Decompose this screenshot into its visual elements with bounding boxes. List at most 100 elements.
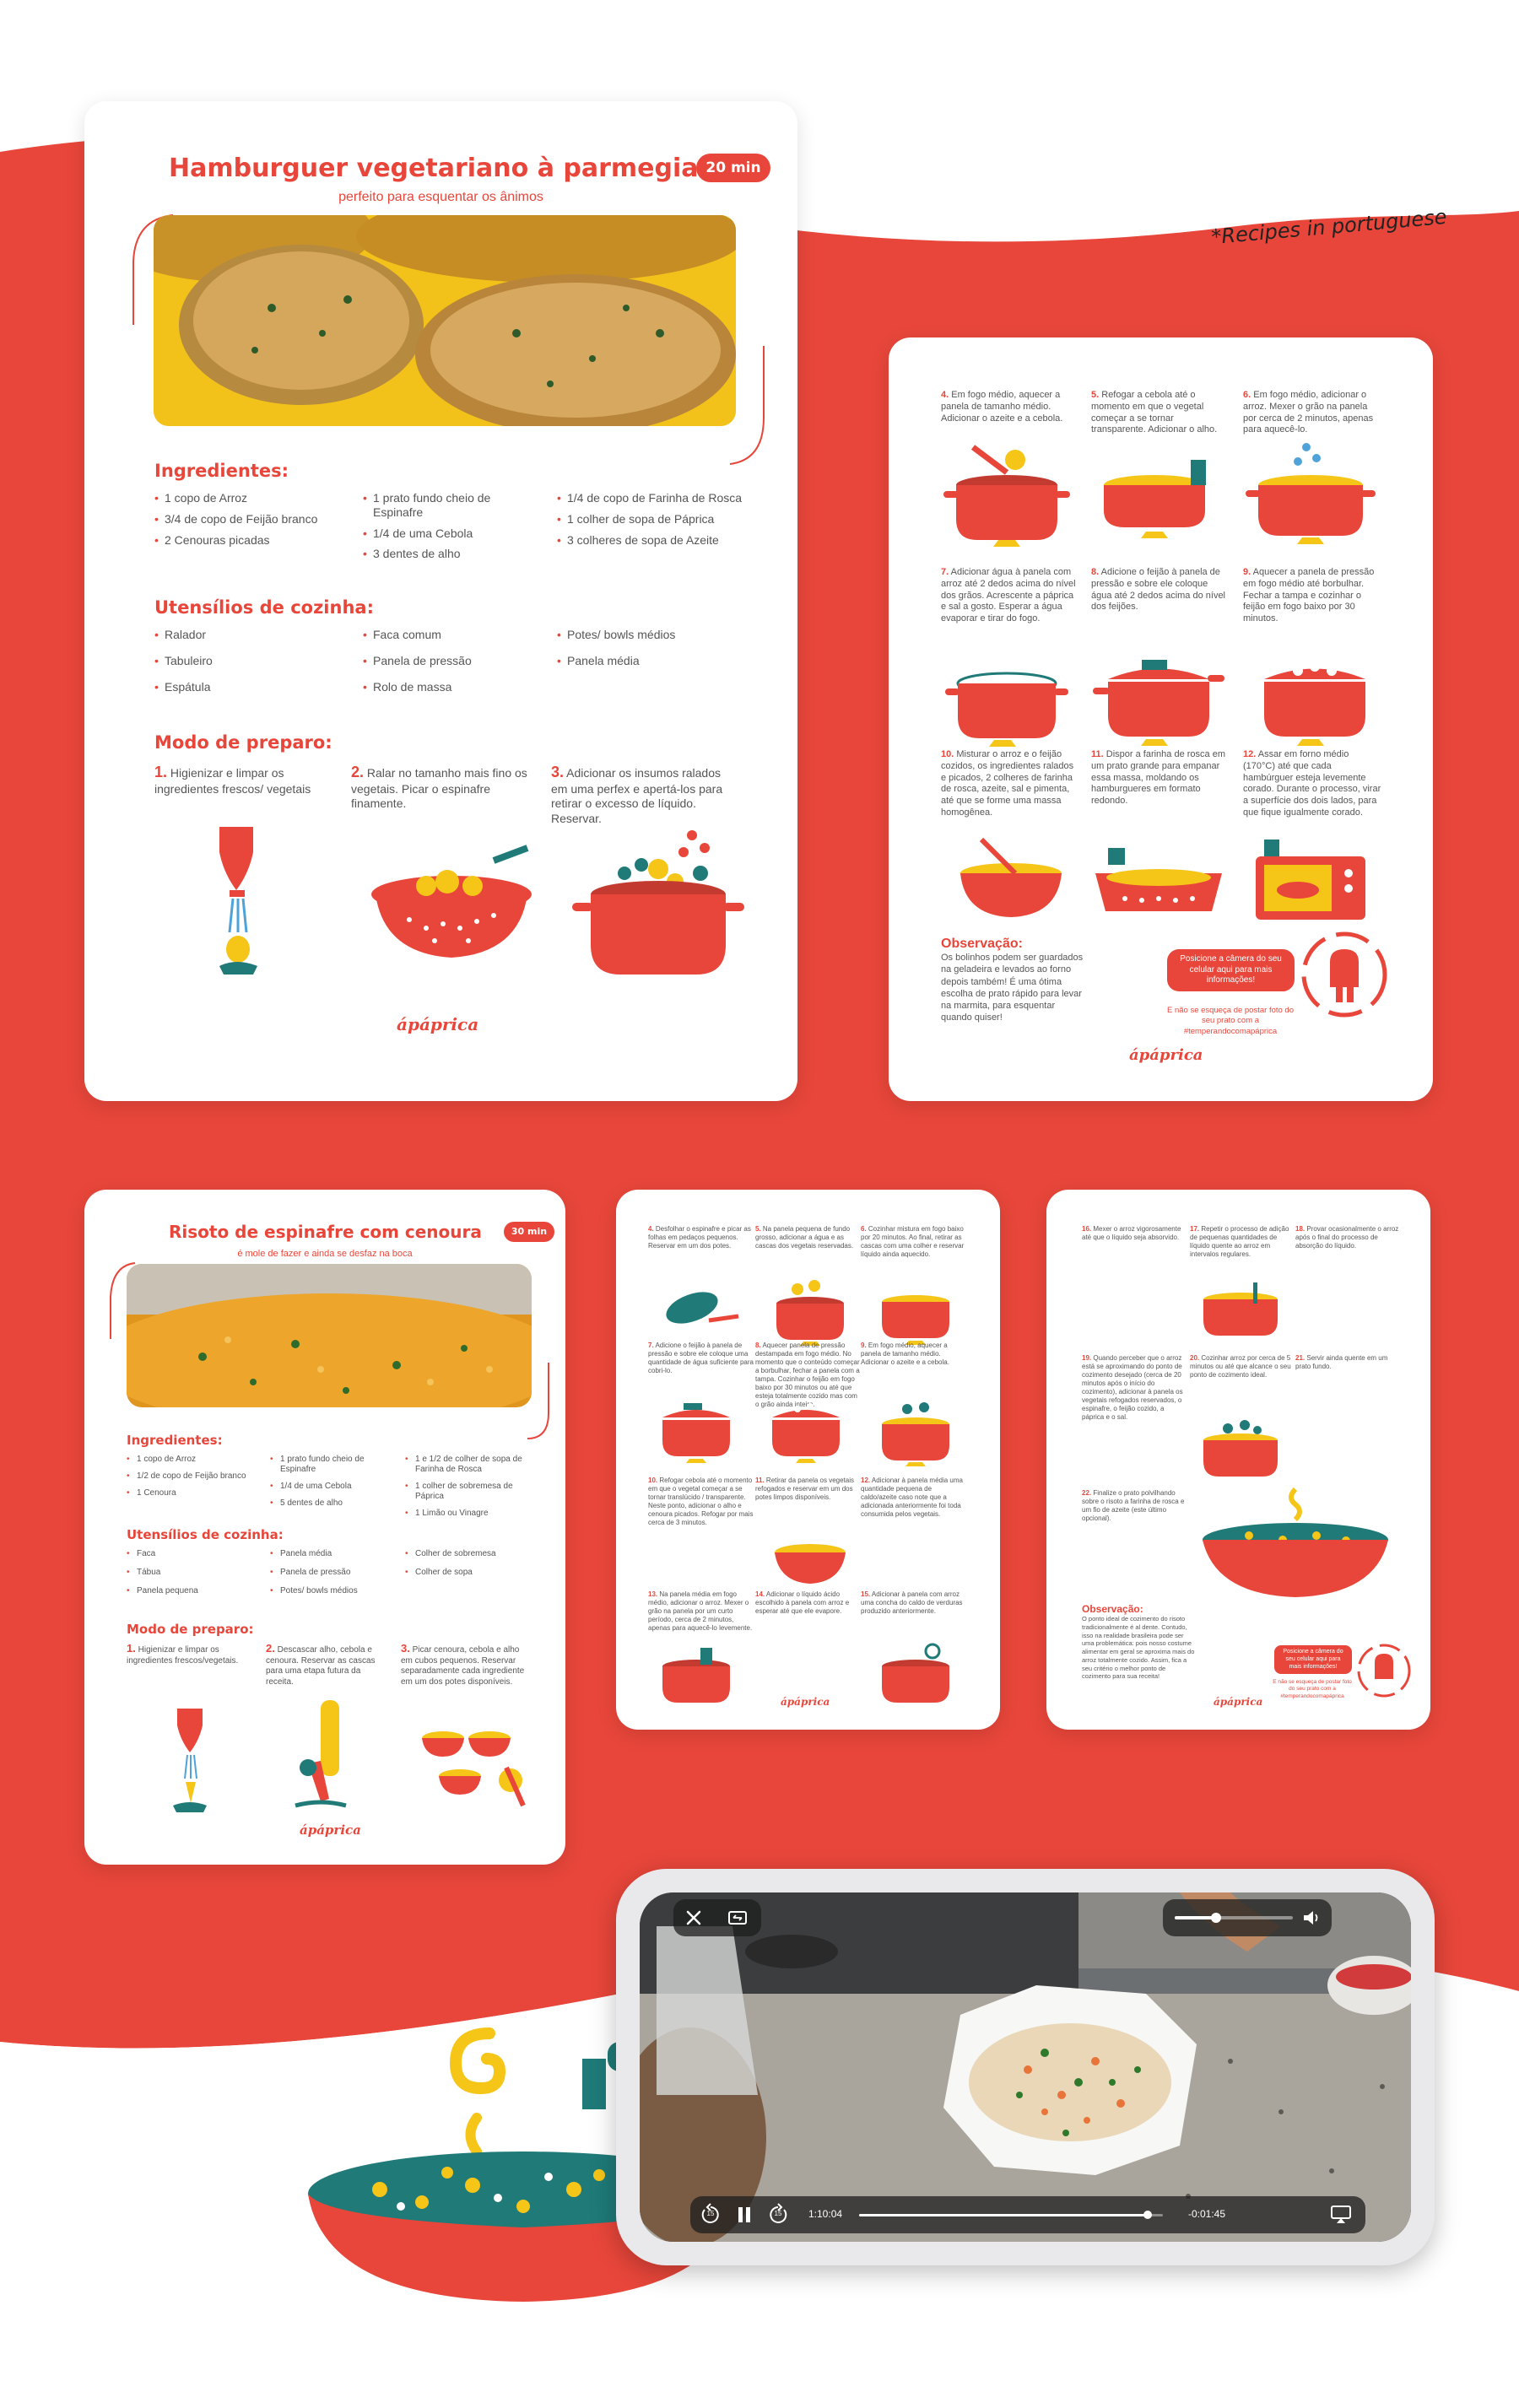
- ingredients-heading: Ingredientes:: [154, 461, 289, 481]
- list-item: 5 dentes de alho: [270, 1498, 388, 1509]
- step-text: Na panela média em fogo médio, adicionar…: [648, 1590, 753, 1632]
- baking-tray-illustration: [1095, 848, 1222, 911]
- step-4: 4. Em fogo médio, aquecer a panela de ta…: [941, 390, 1076, 424]
- list-item: Faca comum: [363, 628, 532, 642]
- step-number: 19.: [1082, 1354, 1092, 1362]
- list-item: Panela média: [557, 654, 743, 668]
- step-number: 3.: [401, 1642, 410, 1655]
- step-number: 11.: [755, 1477, 765, 1484]
- step-text: Cozinhar arroz por cerca de 5 minutos ou…: [1190, 1354, 1291, 1379]
- volume-control: [1163, 1899, 1332, 1936]
- step-2: 2. Descascar alho, cebola e cenoura. Res…: [266, 1642, 388, 1687]
- brand-logo: ápáprica: [300, 1822, 361, 1838]
- list-item: 1 e 1/2 de colher de sopa de Farinha de …: [405, 1455, 540, 1475]
- pressure-cooker-illustration: [662, 1403, 730, 1463]
- list-item: Faca: [127, 1549, 262, 1559]
- pressure-cooker-illustration: [1093, 660, 1224, 746]
- step-number: 9.: [861, 1342, 867, 1349]
- video-player[interactable]: 15 15 1:10:04 -0:01:45: [640, 1892, 1411, 2242]
- note-heading: Observação:: [941, 937, 1023, 951]
- step-number: 8.: [755, 1342, 761, 1349]
- step-text: Adicionar à panela média uma quantidade …: [861, 1477, 963, 1518]
- step-8: 8. Adicione o feijão à panela de pressão…: [1091, 567, 1230, 613]
- step-number: 8.: [1091, 567, 1100, 577]
- step-number: 4.: [648, 1225, 654, 1233]
- volume-icon[interactable]: [1301, 1908, 1323, 1928]
- step-6: 6. Cozinhar mistura em fogo baixo por 20…: [861, 1225, 966, 1259]
- list-item: 1 copo de Arroz: [154, 491, 349, 505]
- step-number: 17.: [1190, 1225, 1200, 1233]
- step-number: 7.: [648, 1342, 654, 1349]
- step-number: 20.: [1190, 1354, 1200, 1362]
- utensils-list: Faca Tábua Panela pequena: [127, 1549, 262, 1603]
- step-number: 5.: [755, 1225, 761, 1233]
- pause-icon[interactable]: [731, 2201, 758, 2228]
- pot-illustration: [1203, 1282, 1278, 1336]
- qr-chef-icon[interactable]: [1298, 928, 1391, 1021]
- step-19: 19. Quando perceber que o arroz está se …: [1082, 1354, 1187, 1422]
- brand-logo: ápáprica: [1129, 1046, 1203, 1064]
- step-number: 10.: [941, 749, 954, 759]
- utensils-heading: Utensílios de cozinha:: [127, 1527, 284, 1542]
- recipe-card-risoto: Risoto de espinafre com cenoura 30 min é…: [84, 1190, 565, 1865]
- hashtag-hint: E não se esqueça de postar foto do seu p…: [1167, 1006, 1294, 1036]
- step-number: 2.: [266, 1642, 275, 1655]
- step-text: Mexer o arroz vigorosamente até que o lí…: [1082, 1225, 1181, 1241]
- forward-15-icon[interactable]: 15: [765, 2201, 792, 2228]
- resize-icon[interactable]: [724, 1904, 751, 1931]
- pot-illustration: [882, 1643, 949, 1703]
- pot-illustration: [882, 1295, 949, 1345]
- rewind-15-icon[interactable]: 15: [697, 2201, 724, 2228]
- risoto-photo: [127, 1264, 532, 1407]
- step-text: Provar ocasionalmente o arroz após o fin…: [1295, 1225, 1399, 1250]
- step-12: 12. Adicionar à panela média uma quantid…: [861, 1477, 966, 1519]
- airplay-icon[interactable]: [1328, 2203, 1354, 2227]
- step-text: Adicionar à panela com arroz uma concha …: [861, 1590, 963, 1615]
- list-item: 1 Limão ou Vinagre: [405, 1509, 540, 1519]
- close-icon[interactable]: [680, 1904, 707, 1931]
- utensils-heading: Utensílios de cozinha:: [154, 597, 374, 618]
- ingredients-list: 1/4 de copo de Farinha de Rosca 1 colher…: [557, 491, 743, 553]
- method-heading: Modo de preparo:: [154, 732, 332, 753]
- volume-slider-track[interactable]: [1175, 1913, 1293, 1923]
- list-item: Panela média: [270, 1549, 397, 1559]
- list-item: Ralador: [154, 628, 340, 642]
- list-item: 3 colheres de sopa de Azeite: [557, 533, 743, 548]
- step-text: Em fogo médio, aquecer a panela de taman…: [861, 1342, 949, 1366]
- step-18: 18. Provar ocasionalmente o arroz após o…: [1295, 1225, 1401, 1250]
- step-text: Em fogo médio, aquecer a panela de taman…: [941, 390, 1063, 424]
- bowl-illustration: [960, 837, 1062, 917]
- step-text: Servir ainda quente em um prato fundo.: [1295, 1354, 1388, 1370]
- list-item: 1 colher de sopa de Páprica: [557, 512, 743, 526]
- step-number: 11.: [1091, 749, 1104, 759]
- list-item: 1 Cenoura: [127, 1488, 262, 1498]
- video-frame: [640, 1892, 1411, 2242]
- step-number: 13.: [648, 1590, 658, 1598]
- list-item: Colher de sobremesa: [405, 1549, 540, 1559]
- note-text: O ponto ideal de cozimento do risoto tra…: [1082, 1615, 1195, 1681]
- utensils-list: Faca comum Panela de pressão Rolo de mas…: [363, 628, 532, 700]
- pot-vegetables-illustration: [572, 830, 744, 975]
- step-text: Dispor a farinha de rosca em um prato gr…: [1091, 749, 1225, 806]
- step-number: 1.: [154, 764, 168, 780]
- hashtag-hint: E não se esqueça de postar foto do seu p…: [1273, 1679, 1352, 1699]
- recipe-card-hamburguer: Hamburguer vegetariano à parmegiana 20 m…: [84, 101, 797, 1101]
- phone-mockup: 15 15 1:10:04 -0:01:45: [616, 1869, 1435, 2265]
- step-text: Quando perceber que o arroz está se apro…: [1082, 1354, 1183, 1421]
- step-text: Repetir o processo de adição de pequenas…: [1190, 1225, 1289, 1258]
- step-text: Refogar a cebola até o momento em que o …: [1091, 390, 1218, 435]
- progress-track[interactable]: [859, 2211, 1163, 2219]
- elapsed-time: 1:10:04: [808, 2208, 843, 2220]
- utensils-list: Ralador Tabuleiro Espátula: [154, 628, 340, 700]
- qr-hint-bubble: Posicione a câmera do seu celular aqui p…: [1274, 1645, 1352, 1675]
- step-number: 22.: [1082, 1489, 1092, 1497]
- step-number: 1.: [127, 1642, 136, 1655]
- ingredients-heading: Ingredientes:: [127, 1433, 223, 1448]
- recipe-title: Risoto de espinafre com cenoura: [169, 1222, 482, 1242]
- volume-slider-knob[interactable]: [1211, 1913, 1221, 1923]
- note-heading: Observação:: [1082, 1603, 1143, 1615]
- step-number: 9.: [1243, 567, 1251, 577]
- ingredients-list: 1 prato fundo cheio de Espinafre 1/4 de …: [363, 491, 532, 568]
- progress-knob[interactable]: [1143, 2211, 1152, 2219]
- qr-chef-icon[interactable]: [1354, 1641, 1414, 1700]
